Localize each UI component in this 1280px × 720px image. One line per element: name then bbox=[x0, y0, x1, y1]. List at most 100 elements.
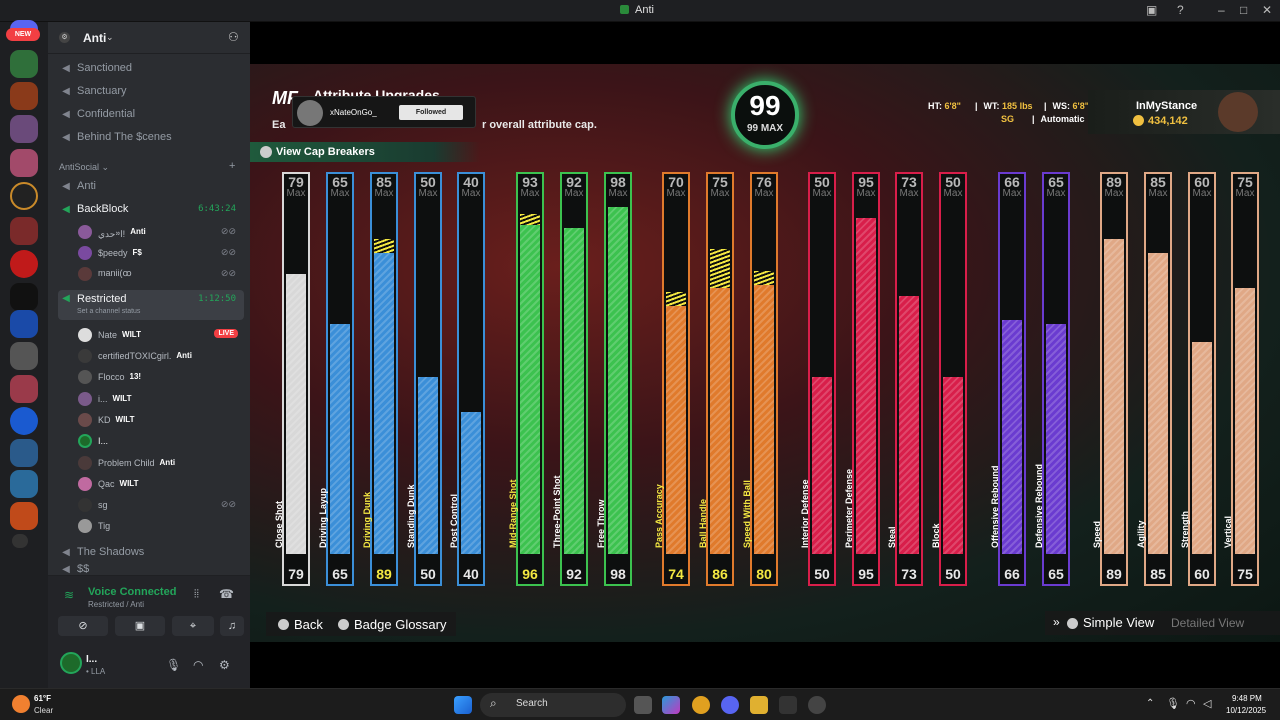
app-icon[interactable] bbox=[779, 696, 797, 714]
channel-confidential[interactable]: ◀ Confidential bbox=[58, 104, 244, 124]
voice-user[interactable]: Flocco 13! bbox=[78, 367, 244, 386]
attribute-bar[interactable]: 92 Max Three-Point Shot 92 bbox=[552, 172, 588, 586]
server-icon[interactable] bbox=[10, 82, 38, 110]
search-box[interactable]: ⌕ Search bbox=[480, 693, 626, 717]
microphone-icon[interactable]: 🎙 bbox=[166, 658, 181, 672]
channel-behind-the-scenes[interactable]: ◀ Behind The $cenes bbox=[58, 127, 244, 147]
badge-glossary-button[interactable]: Badge Glossary bbox=[354, 617, 447, 632]
voice-user[interactable]: $peedy F$ ⊘⊘ bbox=[78, 243, 244, 262]
server-icon[interactable] bbox=[10, 149, 38, 177]
server-icon[interactable] bbox=[10, 439, 38, 467]
voice-status[interactable]: Voice Connected bbox=[88, 586, 176, 598]
weather-icon[interactable] bbox=[12, 695, 30, 713]
attribute-bar[interactable]: 75 Max Ball Handle 86 bbox=[698, 172, 734, 586]
temperature[interactable]: 61°F bbox=[34, 694, 51, 703]
server-icon[interactable] bbox=[10, 217, 38, 245]
channel-sanctuary[interactable]: ◀ Sanctuary bbox=[58, 81, 244, 101]
start-button[interactable] bbox=[454, 696, 472, 714]
attribute-bar[interactable]: 98 Max Free Throw 98 bbox=[596, 172, 632, 586]
clock-date[interactable]: 10/12/2025 bbox=[1226, 706, 1266, 715]
attribute-bar[interactable]: 85 Max Driving Dunk 89 bbox=[362, 172, 398, 586]
settings-gear-icon[interactable]: ⚙ bbox=[219, 658, 230, 672]
attribute-bar[interactable]: 95 Max Perimeter Defense 95 bbox=[844, 172, 880, 586]
camera-button[interactable]: ⊘ bbox=[58, 616, 108, 636]
voice-user[interactable]: certifiedTOXICgirl. Anti bbox=[78, 346, 244, 365]
channel-anti[interactable]: ◀ Anti bbox=[58, 176, 244, 196]
voice-user[interactable]: ا᠉حدي! Anti ⊘⊘ bbox=[78, 222, 244, 241]
folder-icon[interactable] bbox=[12, 534, 28, 548]
server-icon[interactable] bbox=[10, 407, 38, 435]
attribute-bar[interactable]: 65 Max Defensive Rebound 65 bbox=[1034, 172, 1070, 586]
activity-button[interactable]: ⌖ bbox=[172, 616, 214, 636]
attribute-bar[interactable]: 70 Max Pass Accuracy 74 bbox=[654, 172, 690, 586]
channel-restricted[interactable]: ◀ Restricted 1:12:50 Set a channel statu… bbox=[58, 290, 244, 320]
attribute-bar[interactable]: 79 Max Close Shot 79 bbox=[274, 172, 310, 586]
server-icon[interactable] bbox=[10, 182, 38, 210]
voice-user[interactable]: KD WILT bbox=[78, 410, 244, 429]
server-icon-anti[interactable] bbox=[10, 50, 38, 78]
attribute-bar[interactable]: 75 Max Vertical 75 bbox=[1223, 172, 1259, 586]
volume-icon[interactable]: ◁ bbox=[1203, 697, 1211, 710]
voice-user[interactable]: Qac WILT bbox=[78, 474, 244, 493]
disconnect-icon[interactable]: ☎ bbox=[219, 587, 234, 601]
add-friend-icon[interactable]: ⚇ bbox=[228, 30, 239, 44]
category-antisocial[interactable]: AntiSocial ⌄ bbox=[59, 162, 109, 173]
voice-user[interactable]: Problem Child Anti bbox=[78, 453, 244, 472]
add-channel-icon[interactable]: + bbox=[229, 160, 235, 172]
voice-user[interactable]: sg ⊘⊘ bbox=[78, 495, 244, 514]
attribute-bar[interactable]: 89 Max Speed 89 bbox=[1092, 172, 1128, 586]
back-button[interactable]: Back bbox=[294, 617, 323, 632]
attribute-bar[interactable]: 85 Max Agility 85 bbox=[1136, 172, 1172, 586]
channel-sanctioned[interactable]: ◀ Sanctioned bbox=[58, 58, 244, 78]
voice-channel-path[interactable]: Restricted / Anti bbox=[88, 600, 144, 609]
avatar[interactable] bbox=[60, 652, 82, 674]
voice-user[interactable]: Tig bbox=[78, 516, 244, 535]
minimize-button[interactable]: – bbox=[1218, 3, 1225, 17]
task-view-icon[interactable] bbox=[634, 696, 652, 714]
channel-backblock[interactable]: ◀ BackBlock 6:43:24 bbox=[58, 199, 244, 219]
attribute-bar[interactable]: 50 Max Interior Defense 50 bbox=[800, 172, 836, 586]
attribute-bar[interactable]: 50 Max Standing Dunk 50 bbox=[406, 172, 442, 586]
attribute-bar[interactable]: 60 Max Strength 60 bbox=[1180, 172, 1216, 586]
noise-suppression-icon[interactable]: ⦙⦙ bbox=[194, 588, 199, 601]
attribute-bar[interactable]: 76 Max Speed With Ball 80 bbox=[742, 172, 778, 586]
app-icon[interactable] bbox=[808, 696, 826, 714]
help-icon[interactable]: ? bbox=[1177, 3, 1184, 17]
clock-time[interactable]: 9:48 PM bbox=[1232, 694, 1262, 703]
server-icon[interactable] bbox=[10, 342, 38, 370]
server-icon[interactable] bbox=[10, 502, 38, 530]
channel-status[interactable]: Set a channel status bbox=[77, 308, 140, 315]
followed-button[interactable]: Followed bbox=[399, 105, 463, 120]
attribute-bar[interactable]: 40 Max Post Control 40 bbox=[449, 172, 485, 586]
server-icon[interactable] bbox=[10, 250, 38, 278]
microphone-icon[interactable]: 🎙 bbox=[1166, 697, 1180, 710]
server-header[interactable]: ⚙ Anti ⌄ ⚇ bbox=[48, 22, 250, 54]
chrome-icon[interactable] bbox=[692, 696, 710, 714]
headphones-icon[interactable]: ◠ bbox=[193, 658, 203, 672]
close-button[interactable]: ✕ bbox=[1262, 3, 1272, 17]
server-icon[interactable] bbox=[10, 283, 38, 311]
attribute-bar[interactable]: 73 Max Steal 73 bbox=[887, 172, 923, 586]
view-cap-breakers[interactable]: View Cap Breakers bbox=[250, 142, 480, 162]
server-icon[interactable] bbox=[10, 470, 38, 498]
voice-user[interactable]: manii(ꝏ ⊘⊘ bbox=[78, 264, 244, 283]
soundboard-button[interactable]: ♫ bbox=[220, 616, 244, 636]
maximize-button[interactable]: □ bbox=[1240, 3, 1247, 17]
chevron-up-icon[interactable]: ⌃ bbox=[1146, 698, 1154, 709]
wifi-icon[interactable]: ◠ bbox=[1186, 697, 1196, 710]
channel-the-shadows[interactable]: ◀ The Shadows bbox=[58, 542, 244, 562]
server-icon[interactable] bbox=[10, 375, 38, 403]
user-name[interactable]: I... bbox=[86, 654, 97, 665]
attribute-bar[interactable]: 65 Max Driving Layup 65 bbox=[318, 172, 354, 586]
attribute-bar[interactable]: 93 Max Mid-Range Shot 96 bbox=[508, 172, 544, 586]
server-icon[interactable] bbox=[10, 115, 38, 143]
voice-user[interactable]: I... bbox=[78, 431, 244, 450]
voice-user[interactable]: Nate WILT LIVE bbox=[78, 325, 244, 344]
file-explorer-icon[interactable] bbox=[750, 696, 768, 714]
simple-view-tab[interactable]: Simple View bbox=[1083, 615, 1154, 630]
attribute-bar[interactable]: 50 Max Block 50 bbox=[931, 172, 967, 586]
screen-share-button[interactable]: ▣ bbox=[115, 616, 165, 636]
copilot-icon[interactable] bbox=[662, 696, 680, 714]
server-icon[interactable] bbox=[10, 310, 38, 338]
weather-condition[interactable]: Clear bbox=[34, 706, 53, 715]
